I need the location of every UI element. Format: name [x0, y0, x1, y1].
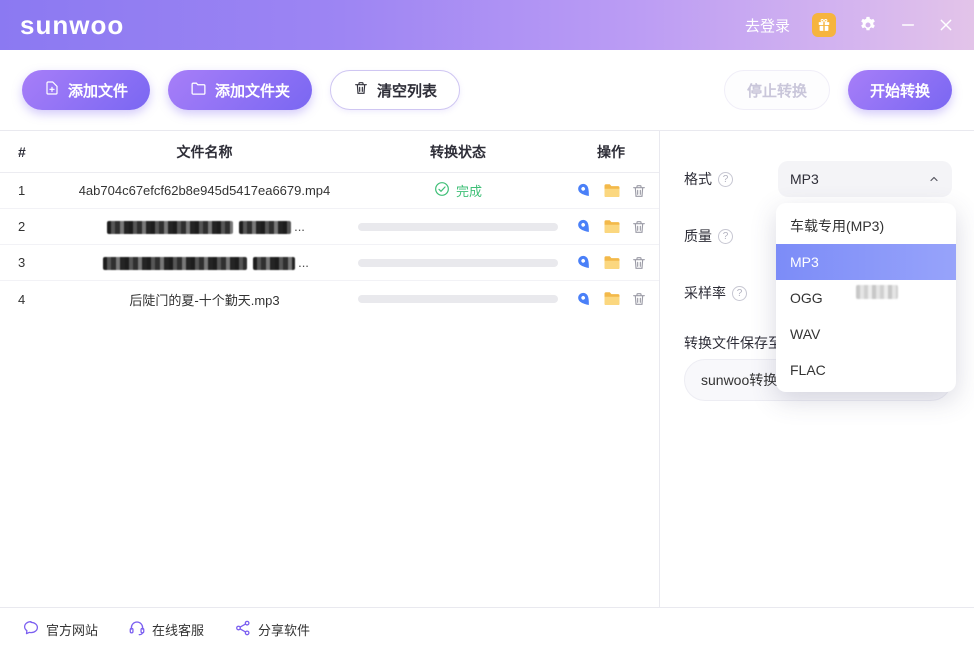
file-name: 后陡门的夏-十个勤天.mp3	[56, 290, 353, 309]
row-index: 1	[0, 183, 56, 198]
col-status-header: 转换状态	[353, 142, 563, 162]
add-folder-icon	[190, 80, 207, 101]
file-name-masked: ...	[56, 254, 353, 270]
col-ops-header: 操作	[563, 142, 659, 162]
censored-block	[856, 285, 898, 299]
table-row: 4 后陡门的夏-十个勤天.mp3	[0, 281, 659, 317]
check-circle-icon	[434, 181, 450, 200]
clear-list-trash-icon	[353, 80, 369, 100]
row-index: 4	[0, 292, 56, 307]
censored-block	[103, 257, 247, 270]
locate-pin-icon[interactable]	[576, 182, 593, 199]
censored-block	[107, 221, 233, 234]
table-header: # 文件名称 转换状态 操作	[0, 131, 659, 173]
settings-panel: 格式 ? MP3 质量 ? 采样率 ? 转换文件保存至：	[660, 131, 974, 607]
status-cell	[353, 259, 563, 267]
delete-icon[interactable]	[631, 219, 647, 235]
censored-block	[239, 221, 291, 234]
stop-convert-button[interactable]: 停止转换	[724, 70, 830, 110]
login-button[interactable]: 去登录	[745, 15, 790, 36]
open-folder-icon[interactable]	[603, 290, 621, 308]
dropdown-option-flac[interactable]: FLAC	[776, 352, 956, 388]
status-done-badge: 完成	[434, 181, 482, 200]
start-convert-button[interactable]: 开始转换	[848, 70, 952, 110]
ops-cell	[563, 218, 659, 236]
locate-pin-icon[interactable]	[576, 254, 593, 271]
help-icon[interactable]: ?	[718, 172, 733, 187]
delete-icon[interactable]	[631, 183, 647, 199]
format-select[interactable]: MP3	[778, 161, 952, 197]
delete-icon[interactable]	[631, 255, 647, 271]
title-bar-actions: 去登录	[745, 13, 954, 37]
official-website-link[interactable]: 官方网站	[22, 619, 98, 640]
delete-icon[interactable]	[631, 291, 647, 307]
locate-pin-icon[interactable]	[576, 218, 593, 235]
settings-gear-icon[interactable]	[858, 15, 878, 35]
add-file-button[interactable]: 添加文件	[22, 70, 150, 110]
quality-label: 质量	[684, 226, 712, 246]
chevron-up-icon	[928, 173, 940, 185]
table-row: 1 4ab704c67efcf62b8e945d5417ea6679.mp4 完…	[0, 173, 659, 209]
ops-cell	[563, 254, 659, 272]
table-row: 2 ...	[0, 209, 659, 245]
open-folder-icon[interactable]	[603, 254, 621, 272]
row-index: 2	[0, 219, 56, 234]
samplerate-label: 采样率	[684, 283, 726, 303]
chat-bubble-icon	[22, 619, 40, 640]
col-name-header: 文件名称	[56, 142, 353, 162]
status-cell	[353, 295, 563, 303]
main-content: # 文件名称 转换状态 操作 1 4ab704c67efcf62b8e945d5…	[0, 130, 974, 607]
clear-list-button[interactable]: 清空列表	[330, 70, 460, 110]
share-software-link[interactable]: 分享软件	[234, 619, 310, 640]
format-label: 格式	[684, 169, 712, 189]
status-cell	[353, 223, 563, 231]
status-cell: 完成	[353, 181, 563, 200]
dropdown-option-wav[interactable]: WAV	[776, 316, 956, 352]
help-icon[interactable]: ?	[718, 229, 733, 244]
samplerate-label-row: 采样率 ?	[684, 275, 747, 311]
quality-label-row: 质量 ?	[684, 218, 733, 254]
table-row: 3 ...	[0, 245, 659, 281]
file-table: # 文件名称 转换状态 操作 1 4ab704c67efcf62b8e945d5…	[0, 131, 660, 607]
file-name: 4ab704c67efcf62b8e945d5417ea6679.mp4	[56, 183, 353, 198]
headset-icon	[128, 619, 146, 640]
row-index: 3	[0, 255, 56, 270]
app-window: sunwoo 去登录 添加文件 添加文件夹	[0, 0, 974, 651]
close-button[interactable]	[938, 17, 954, 33]
gift-icon[interactable]	[812, 13, 836, 37]
locate-pin-icon[interactable]	[576, 291, 593, 308]
col-index-header: #	[0, 144, 56, 160]
progress-bar	[358, 259, 558, 267]
title-bar: sunwoo 去登录	[0, 0, 974, 50]
progress-bar	[358, 295, 558, 303]
add-folder-button[interactable]: 添加文件夹	[168, 70, 312, 110]
minimize-button[interactable]	[900, 17, 916, 33]
footer-bar: 官方网站 在线客服 分享软件	[0, 607, 974, 651]
progress-bar	[358, 223, 558, 231]
share-icon	[234, 619, 252, 640]
censored-block	[253, 257, 295, 270]
dropdown-option-mp3-selected[interactable]: MP3	[776, 244, 956, 280]
open-folder-icon[interactable]	[603, 218, 621, 236]
ops-cell	[563, 290, 659, 308]
format-label-row: 格式 ?	[684, 161, 733, 197]
dropdown-option-car-mp3[interactable]: 车载专用(MP3)	[776, 208, 956, 244]
ops-cell	[563, 182, 659, 200]
file-name-masked: ...	[56, 218, 353, 234]
help-icon[interactable]: ?	[732, 286, 747, 301]
online-support-link[interactable]: 在线客服	[128, 619, 204, 640]
add-file-icon	[44, 80, 60, 100]
open-folder-icon[interactable]	[603, 182, 621, 200]
app-logo: sunwoo	[20, 10, 124, 41]
toolbar: 添加文件 添加文件夹 清空列表 停止转换 开始转换	[0, 50, 974, 130]
